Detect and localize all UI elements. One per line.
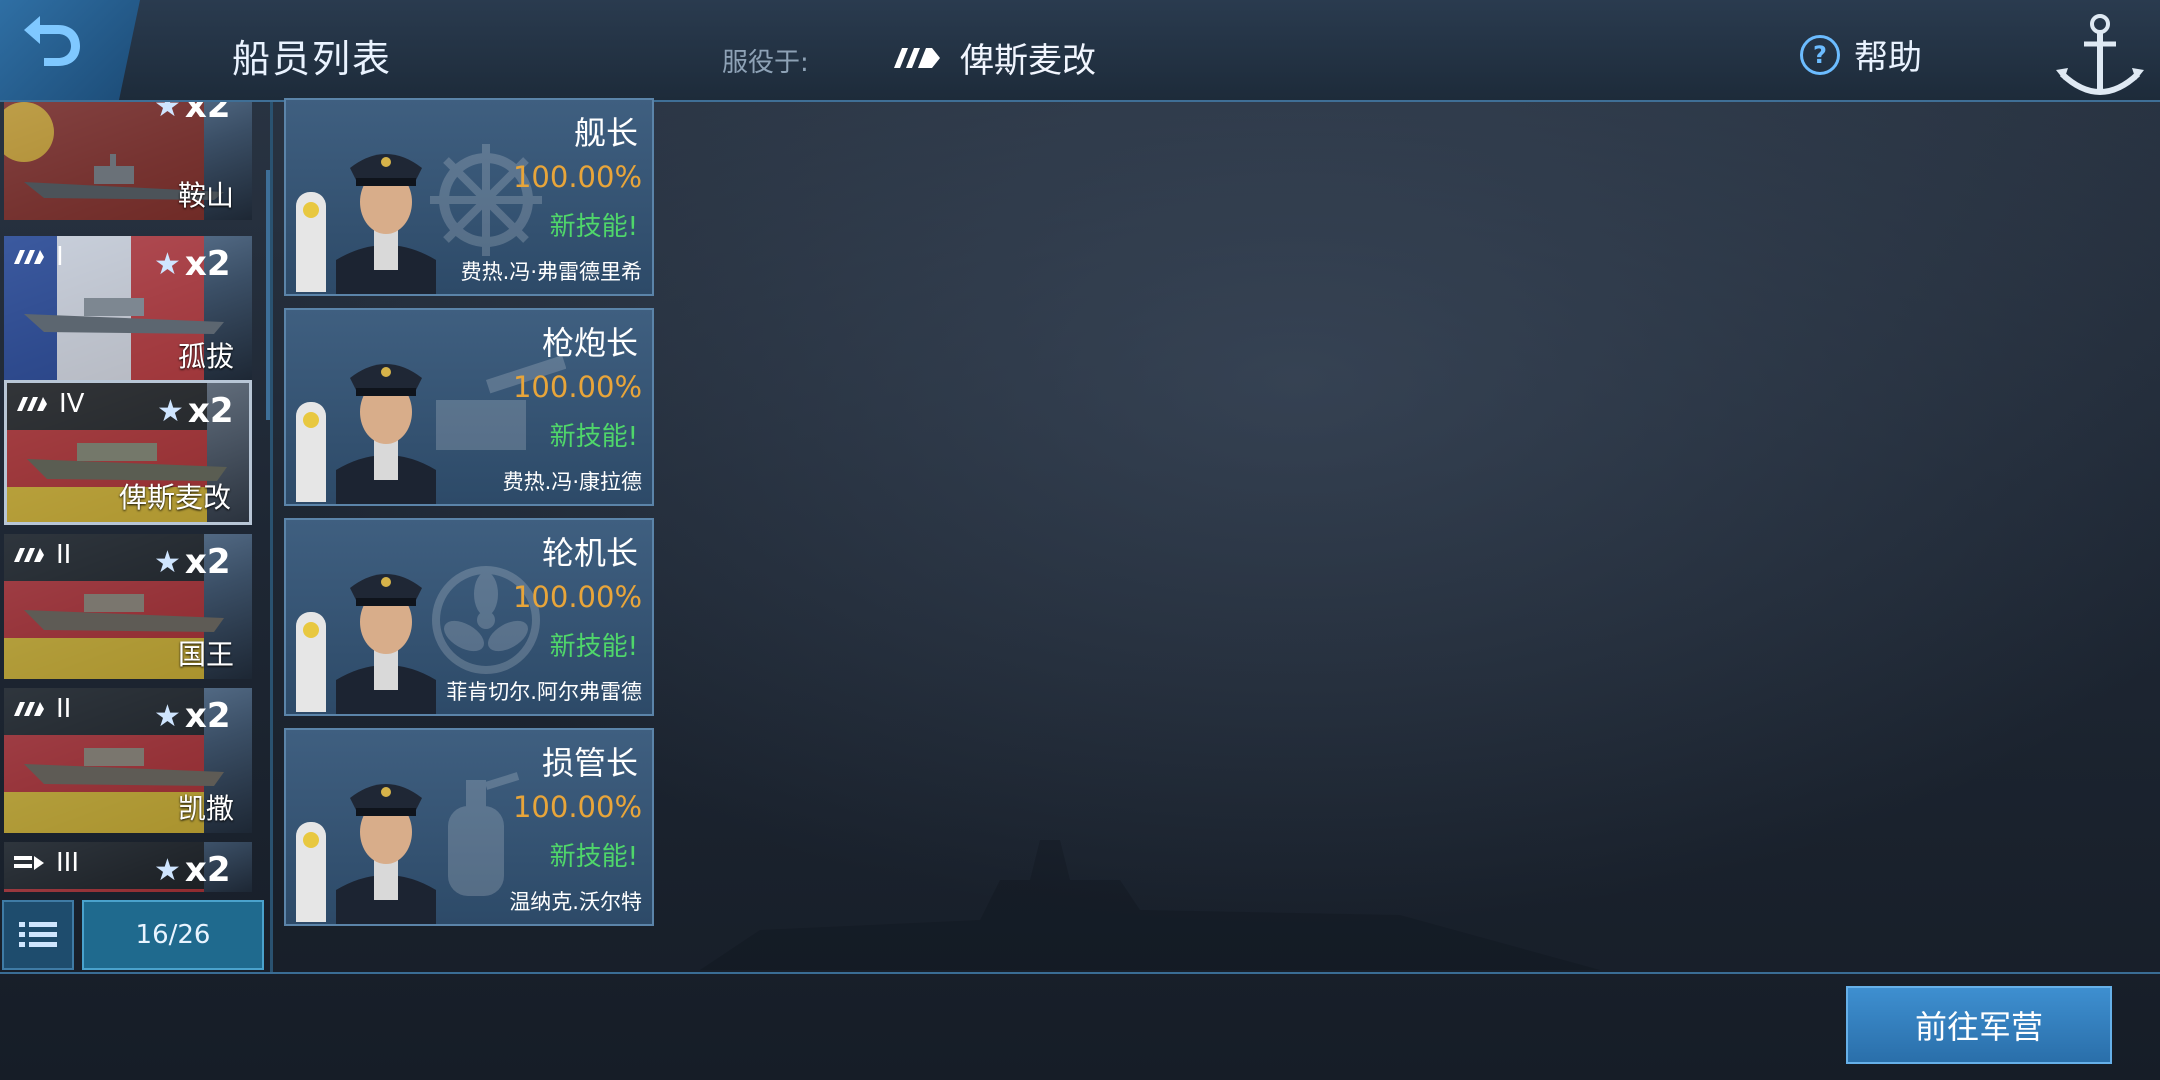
crew-percent: 100.00%	[512, 370, 642, 404]
multiplier-text: x2	[187, 391, 234, 431]
ship-tier: II	[14, 694, 71, 724]
star-multiplier: ★ x2	[154, 696, 231, 736]
star-icon: ★	[154, 698, 181, 734]
ship-tier: II	[14, 540, 71, 570]
serve-label: 服役于:	[722, 48, 809, 78]
ship-card-bismarck-kai[interactable]: IV ★ x2 俾斯麦改	[4, 380, 252, 525]
help-icon: ?	[1800, 34, 1840, 75]
star-multiplier: ★ x2	[154, 850, 231, 890]
panel-divider	[270, 102, 273, 972]
list-icon	[19, 922, 57, 947]
crew-new-skill: 新技能!	[549, 842, 638, 872]
star-multiplier: ★ x2	[154, 542, 231, 582]
ship-card-anshan[interactable]: ★ x2 鞍山	[4, 102, 252, 220]
tier-text: III	[56, 848, 80, 878]
footer-divider	[0, 972, 2160, 974]
list-view-button[interactable]	[2, 900, 74, 970]
ship-hull-icon	[24, 594, 224, 632]
ship-count: 16/26	[82, 900, 264, 970]
ship-card-koenig[interactable]: II ★ x2 国王	[4, 534, 252, 679]
ship-hull-icon	[24, 748, 224, 786]
crew-card-gunnery[interactable]: 枪炮长 100.00% 新技能! 费热.冯·康拉德	[284, 308, 654, 506]
multiplier-text: x2	[184, 850, 231, 890]
multiplier-text: x2	[184, 244, 231, 284]
serve-ship-name: 俾斯麦改	[960, 41, 1096, 81]
officer-portrait	[336, 364, 436, 504]
star-multiplier: ★ x2	[154, 244, 231, 284]
ship-tier: I	[14, 242, 64, 272]
ship-card-partial[interactable]: III ★ x2	[4, 842, 252, 892]
ship-silhouette	[700, 840, 1600, 970]
ship-name: 孤拔	[177, 340, 234, 373]
tier-text: II	[56, 540, 72, 570]
ship-card-kaiser[interactable]: II ★ x2 凯撒	[4, 688, 252, 833]
tier-text: IV	[59, 389, 85, 419]
crew-name: 费热.冯·弗雷德里希	[460, 260, 642, 284]
multiplier-text: x2	[184, 102, 231, 126]
ship-name: 鞍山	[177, 179, 234, 212]
crew-percent: 100.00%	[512, 580, 642, 614]
back-arrow-icon	[24, 16, 80, 66]
crew-card-damage-control[interactable]: 损管长 100.00% 新技能! 温纳克.沃尔特	[284, 728, 654, 926]
rank-insignia	[296, 402, 326, 502]
crew-name: 菲肯切尔.阿尔弗雷德	[446, 680, 642, 704]
rank-insignia	[296, 612, 326, 712]
help-label: 帮助	[1854, 38, 1922, 78]
ship-tier: IV	[17, 389, 84, 419]
crew-name: 温纳克.沃尔特	[509, 890, 642, 914]
officer-portrait	[336, 784, 436, 924]
back-button[interactable]	[0, 0, 140, 100]
crew-name: 费热.冯·康拉德	[502, 470, 642, 494]
crew-new-skill: 新技能!	[549, 632, 638, 662]
crew-role: 损管长	[541, 744, 638, 782]
multiplier-text: x2	[184, 696, 231, 736]
multiplier-text: x2	[184, 542, 231, 582]
ship-list[interactable]: ★ x2 鞍山 I ★ x2 孤拔 IV ★ x2 俾斯麦改 II ★ x2 国…	[0, 102, 270, 970]
ship-hull-icon	[24, 298, 224, 334]
ship-class-icon	[894, 47, 940, 68]
crew-role: 轮机长	[541, 534, 638, 572]
rank-insignia	[296, 822, 326, 922]
crew-percent: 100.00%	[512, 790, 642, 824]
tier-text: I	[56, 242, 64, 272]
ship-class-icon	[14, 250, 44, 264]
crew-card-captain[interactable]: 舰长 100.00% 新技能! 费热.冯·弗雷德里希	[284, 98, 654, 296]
star-icon: ★	[154, 102, 181, 124]
top-bar: 船员列表 服役于: 俾斯麦改 ? 帮助	[0, 0, 2160, 102]
crew-card-engineer[interactable]: 轮机长 100.00% 新技能! 菲肯切尔.阿尔弗雷德	[284, 518, 654, 716]
crew-percent: 100.00%	[512, 160, 642, 194]
serve-ship: 俾斯麦改	[892, 33, 1096, 82]
ship-name: 俾斯麦改	[118, 481, 231, 514]
help-button[interactable]: ? 帮助	[1800, 30, 1922, 79]
go-to-barracks-button[interactable]: 前往军营	[1846, 986, 2112, 1064]
tier-text: II	[56, 694, 72, 724]
ship-class-icon	[14, 856, 44, 870]
star-icon: ★	[154, 852, 181, 888]
ship-name: 国王	[177, 638, 234, 671]
crew-role: 枪炮长	[541, 324, 638, 362]
ship-name: 凯撒	[177, 792, 234, 825]
ship-tier: III	[14, 848, 79, 878]
crew-new-skill: 新技能!	[549, 422, 638, 452]
turret-icon	[436, 355, 566, 450]
star-icon: ★	[154, 544, 181, 580]
ship-class-icon	[14, 702, 44, 716]
crew-new-skill: 新技能!	[549, 212, 638, 242]
star-icon: ★	[157, 393, 184, 429]
page-title: 船员列表	[232, 37, 393, 81]
ship-class-icon	[14, 548, 44, 562]
rank-insignia	[296, 192, 326, 292]
ship-class-icon	[17, 397, 47, 411]
star-icon: ★	[154, 246, 181, 282]
star-multiplier: ★ x2	[154, 102, 231, 126]
crew-role: 舰长	[573, 114, 638, 152]
ship-card-courbet[interactable]: I ★ x2 孤拔	[4, 236, 252, 381]
star-multiplier: ★ x2	[157, 391, 234, 431]
officer-portrait	[336, 154, 436, 294]
ship-hull-icon	[27, 443, 227, 481]
anchor-icon	[2056, 14, 2144, 95]
officer-portrait	[336, 574, 436, 714]
